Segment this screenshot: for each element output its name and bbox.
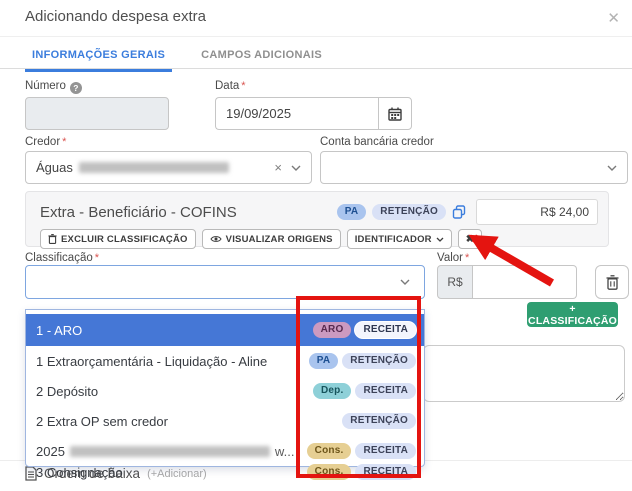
option-label: 1 Extraorçamentária - Liquidação - Aline xyxy=(36,354,267,369)
option-badges: ARORECEITA xyxy=(313,322,416,338)
notes-textarea[interactable] xyxy=(423,345,625,402)
trash-icon xyxy=(48,234,57,244)
required-mark: * xyxy=(241,80,245,92)
conta-label: Conta bancária credor xyxy=(320,136,434,148)
currency-prefix: R$ xyxy=(437,265,473,299)
copy-icon[interactable] xyxy=(452,205,466,219)
trash-icon xyxy=(606,275,619,290)
data-label: Data* xyxy=(215,80,246,92)
numero-field xyxy=(25,97,169,130)
add-classification-button[interactable]: + CLASSIFICAÇÃO xyxy=(527,302,618,327)
badge-receita: RECEITA xyxy=(355,464,416,480)
close-icon[interactable]: ✕ xyxy=(607,9,620,27)
classificacao-label: Classificação* xyxy=(25,252,99,264)
header-divider xyxy=(0,36,632,37)
credor-select[interactable]: Águas × xyxy=(25,151,312,184)
valor-label: Valor* xyxy=(437,252,469,264)
badge-receita: RECEITA xyxy=(355,322,416,338)
conta-select[interactable] xyxy=(320,151,628,184)
badge-cons-: Cons. xyxy=(307,464,352,480)
delete-classification-button[interactable] xyxy=(595,265,629,299)
badge-reten-o: RETENÇÃO xyxy=(342,353,416,369)
eye-icon xyxy=(210,235,222,243)
required-mark: * xyxy=(95,252,99,264)
excluir-classificacao-button[interactable]: EXCLUIR CLASSIFICAÇÃO xyxy=(40,229,196,249)
badge-dep-: Dep. xyxy=(313,383,351,399)
credor-label: Credor* xyxy=(25,136,66,148)
option-label: 1 - ARO xyxy=(36,323,82,338)
numero-label: Número? xyxy=(25,80,82,94)
badge-reten-o: RETENÇÃO xyxy=(342,413,416,429)
badge-receita: RECEITA xyxy=(355,383,416,399)
badge-pa: PA xyxy=(337,204,367,220)
identificador-dropdown-button[interactable]: IDENTIFICADOR xyxy=(347,229,452,249)
option-label: 3 Consignação xyxy=(36,465,123,480)
option-badges: Cons.RECEITA xyxy=(307,443,416,459)
help-icon[interactable]: ? xyxy=(70,82,82,94)
badge-receita: RECEITA xyxy=(355,443,416,459)
required-mark: * xyxy=(465,252,469,264)
required-mark: * xyxy=(62,136,66,148)
calendar-button[interactable] xyxy=(378,97,412,130)
option-label: 2 Extra OP sem credor xyxy=(36,414,168,429)
valor-field-group: R$ xyxy=(437,265,577,299)
dropdown-option[interactable]: 2 Extra OP sem credor RETENÇÃO xyxy=(26,406,424,436)
dropdown-option[interactable]: 3 Consignação Cons.RECEITA xyxy=(26,461,424,483)
chevron-down-icon xyxy=(436,237,444,242)
chevron-down-icon xyxy=(291,165,301,171)
option-label: 2 Depósito xyxy=(36,384,98,399)
classification-dropdown: 1 - AROARORECEITA1 Extraorçamentária - L… xyxy=(25,309,425,467)
classification-title: Extra - Beneficiário - COFINS xyxy=(40,204,331,221)
tab-bar-divider xyxy=(0,68,632,69)
classification-amount-input[interactable]: R$ 24,00 xyxy=(476,199,598,225)
redacted-text xyxy=(79,162,229,173)
valor-input[interactable] xyxy=(473,265,577,299)
calendar-icon xyxy=(388,107,402,121)
data-field-group: 19/09/2025 xyxy=(215,97,412,130)
badge-retencao: RETENÇÃO xyxy=(372,204,446,220)
classification-card: Extra - Beneficiário - COFINS PA RETENÇÃ… xyxy=(25,191,609,247)
dropdown-option[interactable]: 1 Extraorçamentária - Liquidação - Aline… xyxy=(26,346,424,376)
chevron-down-icon xyxy=(400,279,410,285)
option-label-truncated: w... xyxy=(275,444,295,459)
option-badges: Cons.RECEITA xyxy=(307,464,416,480)
redacted-text xyxy=(70,446,270,457)
option-badges: RETENÇÃO xyxy=(342,413,416,429)
badge-aro: ARO xyxy=(313,322,352,338)
modal-title: Adicionando despesa extra xyxy=(25,8,206,25)
remove-identifier-button[interactable]: ✖ xyxy=(458,229,483,249)
visualizar-origens-button[interactable]: VISUALIZAR ORIGENS xyxy=(202,229,341,249)
x-icon: ✖ xyxy=(466,234,475,245)
data-field[interactable]: 19/09/2025 xyxy=(215,97,378,130)
classificacao-select[interactable] xyxy=(25,265,425,299)
badge-cons-: Cons. xyxy=(307,443,352,459)
dropdown-option[interactable]: 1 - ARO ARORECEITA xyxy=(26,314,424,346)
option-badges: Dep.RECEITA xyxy=(313,383,416,399)
add-extra-expense-modal: Adicionando despesa extra ✕ INFORMAÇÕES … xyxy=(0,0,632,491)
clear-icon[interactable]: × xyxy=(274,160,282,175)
chevron-down-icon xyxy=(607,165,617,171)
badge-pa: PA xyxy=(309,353,339,369)
option-badges: PARETENÇÃO xyxy=(309,353,416,369)
dropdown-option[interactable]: 2 Depósito Dep.RECEITA xyxy=(26,376,424,406)
option-label: 2025 xyxy=(36,444,65,459)
